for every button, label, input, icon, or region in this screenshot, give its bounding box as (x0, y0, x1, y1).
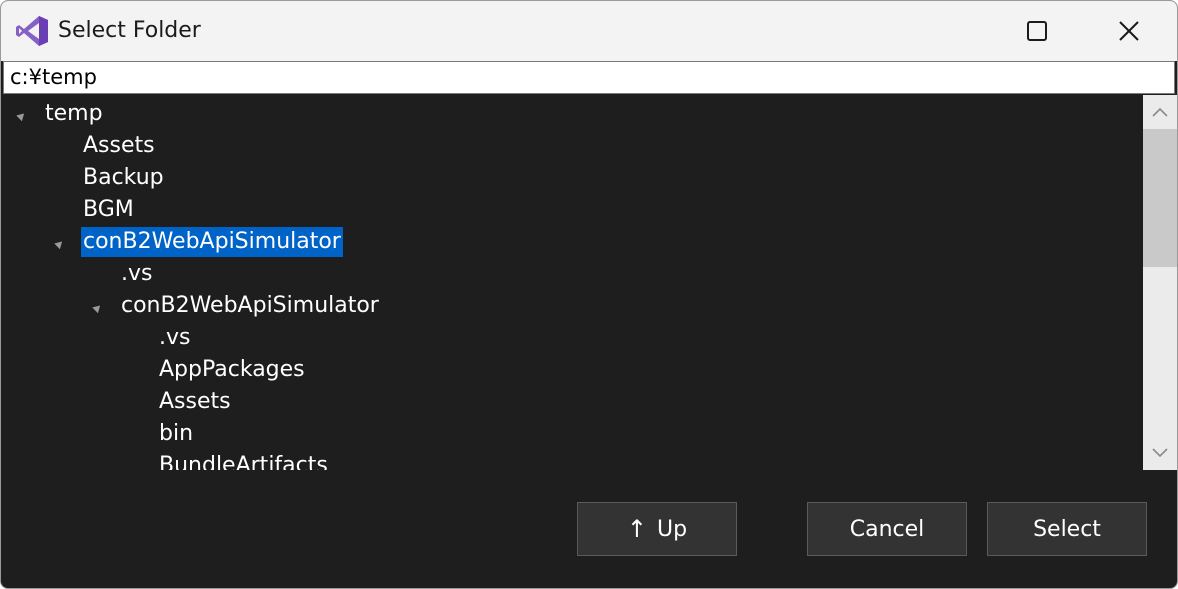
tree-item[interactable]: BGM (3, 195, 1143, 225)
up-arrow-icon: ↑ (626, 515, 648, 543)
close-button[interactable] (1083, 1, 1175, 61)
path-bar (3, 61, 1175, 94)
scrollbar-thumb[interactable] (1143, 129, 1177, 267)
select-button[interactable]: Select (987, 502, 1147, 556)
expand-triangle-icon[interactable] (92, 299, 106, 314)
folder-path-input[interactable] (4, 62, 1170, 93)
vertical-scrollbar[interactable] (1143, 95, 1177, 470)
scroll-up-button[interactable] (1143, 95, 1177, 129)
up-button-label: Up (657, 516, 688, 542)
minimize-icon (936, 30, 954, 32)
tree-item[interactable]: conB2WebApiSimulator (3, 291, 1143, 321)
tree-item[interactable]: .vs (3, 323, 1143, 353)
expand-triangle-icon[interactable] (16, 107, 30, 122)
scroll-down-button[interactable] (1143, 436, 1177, 470)
tree-item-label: BGM (83, 197, 134, 222)
tree-item[interactable]: Assets (3, 387, 1143, 417)
tree-item-label: bin (159, 421, 194, 446)
tree-item-label: .vs (121, 261, 153, 286)
expand-triangle-icon[interactable] (54, 235, 68, 250)
visual-studio-icon (16, 16, 48, 46)
tree-item[interactable]: .vs (3, 259, 1143, 289)
maximize-icon (1027, 21, 1047, 41)
folder-tree[interactable]: temp Assets Backup BGM conB2WebApiSimulator.… (3, 95, 1143, 470)
tree-item[interactable]: AppPackages (3, 355, 1143, 385)
tree-item-label: conB2WebApiSimulator (121, 293, 379, 318)
up-button[interactable]: ↑ Up (577, 502, 737, 556)
tree-item[interactable]: Backup (3, 163, 1143, 193)
tree-item-label: AppPackages (159, 357, 305, 382)
cancel-button[interactable]: Cancel (807, 502, 967, 556)
tree-item-label: Backup (83, 165, 164, 190)
tree-item-label: Assets (83, 133, 155, 158)
select-folder-dialog: Select Folder temp Assets Backup BGM conB2We… (0, 0, 1178, 589)
chevron-down-icon (1152, 448, 1168, 458)
tree-item-label: conB2WebApiSimulator (81, 227, 343, 257)
title-bar: Select Folder (1, 1, 1177, 61)
tree-item[interactable]: Assets (3, 131, 1143, 161)
tree-item-label: .vs (159, 325, 191, 350)
tree-item-label: Assets (159, 389, 231, 414)
tree-item[interactable]: bin (3, 419, 1143, 449)
cancel-button-label: Cancel (849, 516, 925, 542)
minimize-button[interactable] (899, 1, 991, 61)
tree-item-label: temp (45, 101, 103, 126)
tree-item-label: BundleArtifacts (159, 453, 328, 470)
dialog-title: Select Folder (58, 18, 201, 43)
tree-item[interactable]: temp (3, 99, 1143, 129)
select-button-label: Select (1033, 516, 1101, 542)
tree-item[interactable]: BundleArtifacts (3, 451, 1143, 470)
chevron-up-icon (1152, 107, 1168, 117)
maximize-button[interactable] (991, 1, 1083, 61)
close-icon (1119, 21, 1139, 41)
tree-item[interactable]: conB2WebApiSimulator (3, 227, 1143, 257)
